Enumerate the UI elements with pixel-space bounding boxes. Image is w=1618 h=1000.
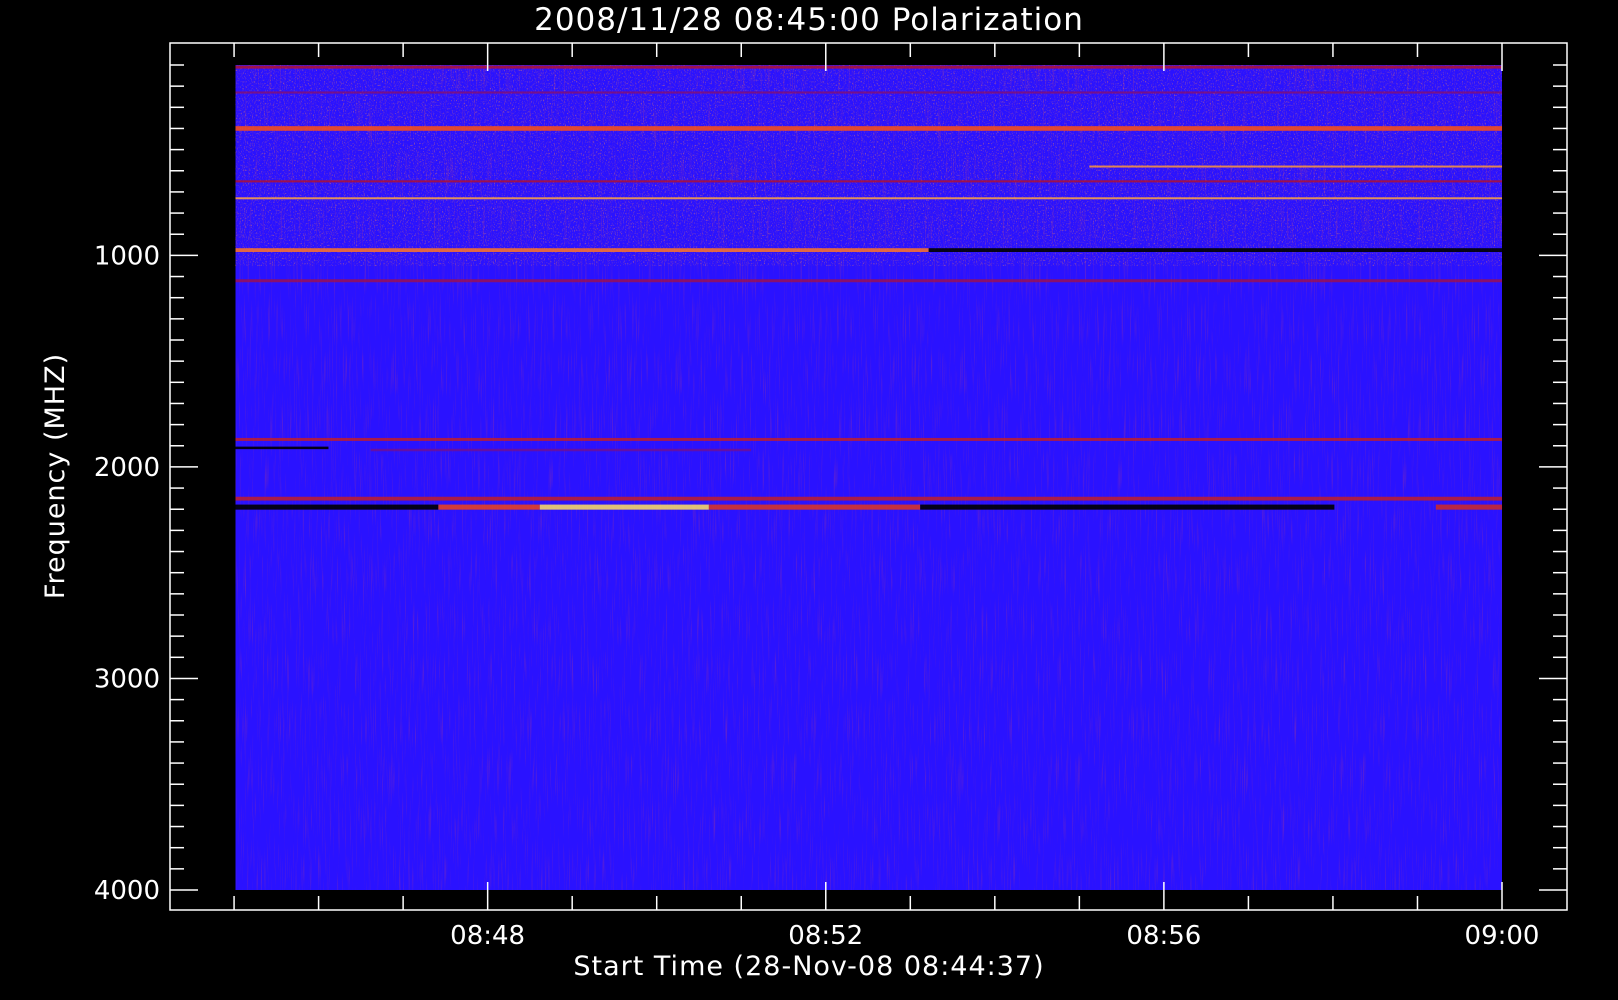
heatmap-band: [235, 446, 329, 450]
heatmap-noise-texture-top: [235, 65, 1502, 266]
heatmap-band: [370, 448, 752, 452]
heatmap-band: [235, 437, 1502, 441]
heatmap-band: [235, 496, 1502, 501]
heatmap-band: [235, 91, 1502, 94]
heatmap-band: [235, 279, 1502, 283]
x-tick-label: 08:48: [450, 921, 525, 951]
y-tick-label: 3000: [94, 664, 160, 694]
x-axis-title: Start Time (28-Nov-08 08:44:37): [573, 951, 1044, 982]
chart-title: 2008/11/28 08:45:00 Polarization: [534, 2, 1084, 38]
y-tick-label: 1000: [94, 241, 160, 271]
plot-area: [235, 65, 1502, 890]
x-tick-label: 09:00: [1465, 921, 1540, 951]
heatmap-band: [708, 504, 921, 510]
heatmap-band: [1435, 504, 1502, 510]
heatmap-band: [235, 126, 1502, 131]
y-tick-label: 2000: [94, 453, 160, 483]
spectrogram-chart: 2008/11/28 08:45:00 Polarization 1000 200…: [0, 0, 1618, 1000]
x-tick-label: 08:52: [788, 921, 863, 951]
heatmap-band: [235, 197, 1502, 200]
heatmap-band: [539, 504, 709, 510]
y-axis-title: Frequency (MHZ): [40, 353, 71, 599]
heatmap-band: [928, 248, 1502, 252]
heatmap-band: [235, 248, 929, 252]
y-tick-label: 4000: [94, 876, 160, 906]
heatmap-band: [920, 504, 1335, 510]
x-tick-label: 08:56: [1126, 921, 1201, 951]
heatmap-band: [438, 504, 540, 510]
heatmap-band: [235, 180, 1502, 183]
heatmap-band: [1089, 165, 1502, 168]
heatmap-band: [235, 504, 439, 510]
heatmap-band: [235, 65, 1502, 69]
